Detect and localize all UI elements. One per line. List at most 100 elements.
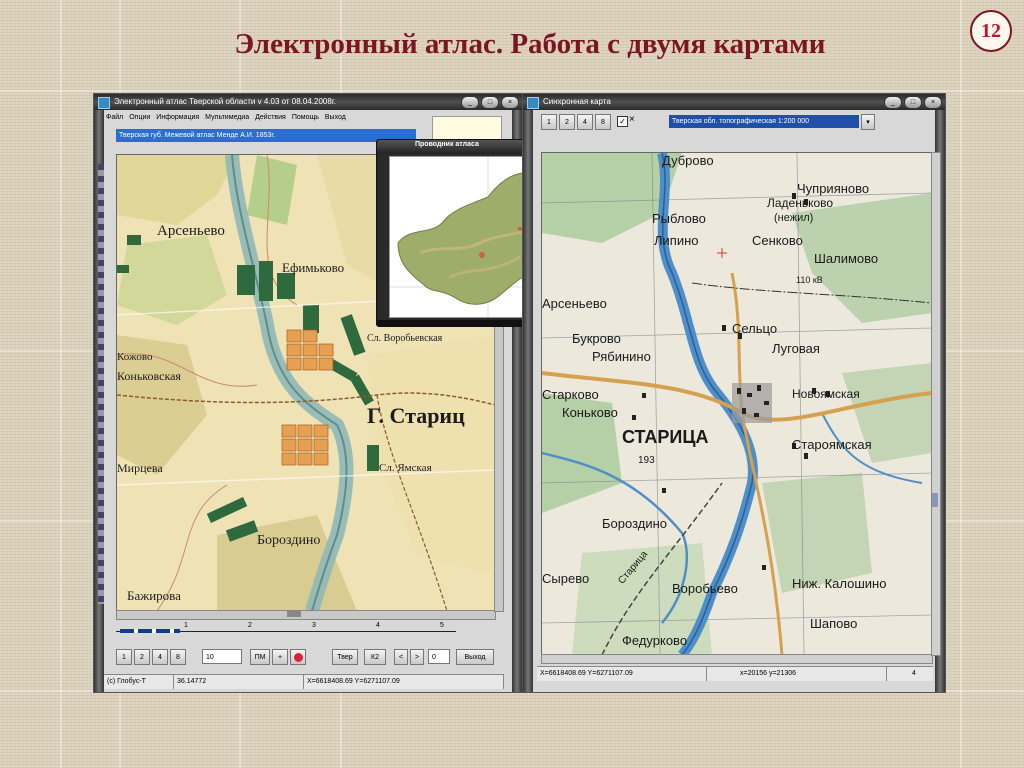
status-value: 36.14772: [174, 675, 304, 689]
status-page: 4: [912, 670, 916, 677]
counter-field[interactable]: 0: [428, 649, 450, 664]
sync-checkbox[interactable]: ✓: [617, 116, 628, 127]
map-label: Сл. Воробьевская: [367, 333, 443, 344]
map-label: СТАРИЦА: [622, 427, 709, 447]
zoom-1-button[interactable]: 1: [116, 649, 132, 665]
layer-dropdown-button[interactable]: ▾: [861, 114, 875, 130]
maximize-button[interactable]: □: [481, 96, 499, 109]
zoom-2-button[interactable]: 2: [559, 114, 575, 130]
map-label: Ладеньково: [767, 196, 833, 210]
compass-icon: [293, 652, 303, 662]
layer-field[interactable]: Тверская губ. Межевой атлас Менде А.И. 1…: [116, 129, 416, 142]
map-label: Федурково: [622, 633, 687, 648]
zoom-1-button[interactable]: 1: [541, 114, 557, 130]
zoom-8-button[interactable]: 8: [595, 114, 611, 130]
map-label: (нежил): [774, 212, 813, 224]
map-label: Г. Стариц: [367, 403, 465, 428]
app-icon: [98, 97, 110, 109]
sync-layer-field[interactable]: Тверская обл. топографическая 1:200 000: [669, 115, 859, 128]
menu-options[interactable]: Опции: [129, 112, 150, 124]
zoom-in-button[interactable]: +: [272, 649, 288, 665]
scale-bar: 1 2 3 4 5: [116, 622, 456, 638]
sync-window-titlebar[interactable]: Синхронная карта _ □ ×: [523, 94, 945, 110]
exit-button[interactable]: Выход: [456, 649, 494, 665]
scale-tick: 3: [312, 622, 316, 629]
map-label: Шалимово: [814, 251, 878, 266]
map-label: Рябинино: [592, 349, 651, 364]
page-number-badge: 12: [970, 10, 1012, 52]
menu-bar: Файл Опции Информация Мультимедиа Действ…: [106, 112, 406, 124]
zoom-2-button[interactable]: 2: [134, 649, 150, 665]
map-label: Ефимьково: [282, 260, 344, 275]
menu-multimedia[interactable]: Мультимедиа: [205, 112, 249, 124]
zoom-value-select[interactable]: 10: [202, 649, 242, 664]
zoom-4-button[interactable]: 4: [152, 649, 168, 665]
scale-tick: 5: [440, 622, 444, 629]
minimize-button[interactable]: _: [461, 96, 479, 109]
app-icon: [527, 97, 539, 109]
map-label: Сенково: [752, 233, 803, 248]
zoom-8-button[interactable]: 8: [170, 649, 186, 665]
menu-help[interactable]: Помощь: [292, 112, 319, 124]
map-label: Кожово: [117, 351, 153, 363]
menu-actions[interactable]: Действия: [255, 112, 286, 124]
horizontal-scrollbar[interactable]: [116, 610, 496, 620]
left-tool-strip: [98, 164, 104, 604]
map-label: Сл. Ямская: [379, 462, 432, 474]
map-label: Дуброво: [662, 153, 714, 168]
status-coords: X=6618408.69 Y=6271107.09: [537, 667, 707, 681]
status-bar: X=6618408.69 Y=6271107.09 x=20156 y=2130…: [537, 666, 933, 681]
map-label: Староямская: [792, 437, 872, 452]
status-xy: x=20156 y=21306: [737, 667, 887, 681]
close-button[interactable]: ×: [501, 96, 519, 109]
pm-button[interactable]: ПМ: [250, 649, 270, 665]
map-label: Луговая: [772, 341, 820, 356]
map-label: Чуприяново: [797, 181, 869, 196]
map-label: Букрово: [572, 331, 621, 346]
tver-button[interactable]: Твер: [332, 649, 358, 665]
atlas-window-titlebar[interactable]: Электронный атлас Тверской области v 4.0…: [94, 94, 522, 110]
map-label: 193: [638, 455, 655, 466]
sync-map-window: Синхронная карта _ □ × 1 2 4 8 ✓ × Тверс…: [522, 93, 946, 693]
forward-button[interactable]: >: [410, 649, 424, 665]
slide-title: Электронный атлас. Работа с двумя картам…: [234, 28, 826, 60]
map-label: Рыблово: [652, 211, 706, 226]
scrollbar-thumb[interactable]: [287, 611, 301, 617]
sync-window-title: Синхронная карта: [543, 97, 611, 106]
minimize-button[interactable]: _: [884, 96, 902, 109]
menu-file[interactable]: Файл: [106, 112, 123, 124]
compass-button[interactable]: [290, 649, 306, 665]
menu-exit[interactable]: Выход: [325, 112, 346, 124]
map-label: Бороздино: [602, 516, 667, 531]
horizontal-scrollbar[interactable]: [541, 654, 933, 664]
zoom-4-button[interactable]: 4: [577, 114, 593, 130]
scrollbar-thumb[interactable]: [932, 493, 938, 507]
map-label: Старково: [542, 387, 599, 402]
atlas-window-title: Электронный атлас Тверской области v 4.0…: [114, 97, 336, 106]
map-label: Арсеньево: [542, 296, 607, 311]
back-button[interactable]: <: [394, 649, 408, 665]
map-label: Сельцо: [732, 321, 777, 336]
chevron-down-icon: ▾: [866, 119, 870, 126]
close-button[interactable]: ×: [924, 96, 942, 109]
close-icon[interactable]: ×: [629, 114, 635, 125]
map-label: Ниж. Калошино: [792, 576, 886, 591]
map-label: Шапово: [810, 616, 857, 631]
map-label: Сырево: [542, 571, 589, 586]
vertical-scrollbar[interactable]: [931, 152, 941, 656]
status-bar: (c) Глобус-Т 36.14772 X=6618408.69 Y=627…: [104, 674, 504, 689]
map-label: Бороздино: [257, 533, 320, 548]
k2-button[interactable]: К2: [364, 649, 386, 665]
map-label: Арсеньево: [157, 223, 225, 239]
map-label: Коньковская: [117, 369, 181, 383]
map-label: Коньково: [562, 405, 618, 420]
topographic-map[interactable]: Дуброво Чуприяново Ладеньково (нежил) Ры…: [541, 152, 933, 656]
map-label: Воробьево: [672, 581, 738, 596]
maximize-button[interactable]: □: [904, 96, 922, 109]
topographic-map-canvas: Дуброво Чуприяново Ладеньково (нежил) Ры…: [542, 153, 932, 655]
status-globe: (c) Глобус-Т: [104, 675, 174, 689]
scale-tick: 2: [248, 622, 252, 629]
map-label: Новоямская: [792, 387, 860, 401]
menu-info[interactable]: Информация: [156, 112, 199, 124]
map-label: Липино: [654, 233, 699, 248]
